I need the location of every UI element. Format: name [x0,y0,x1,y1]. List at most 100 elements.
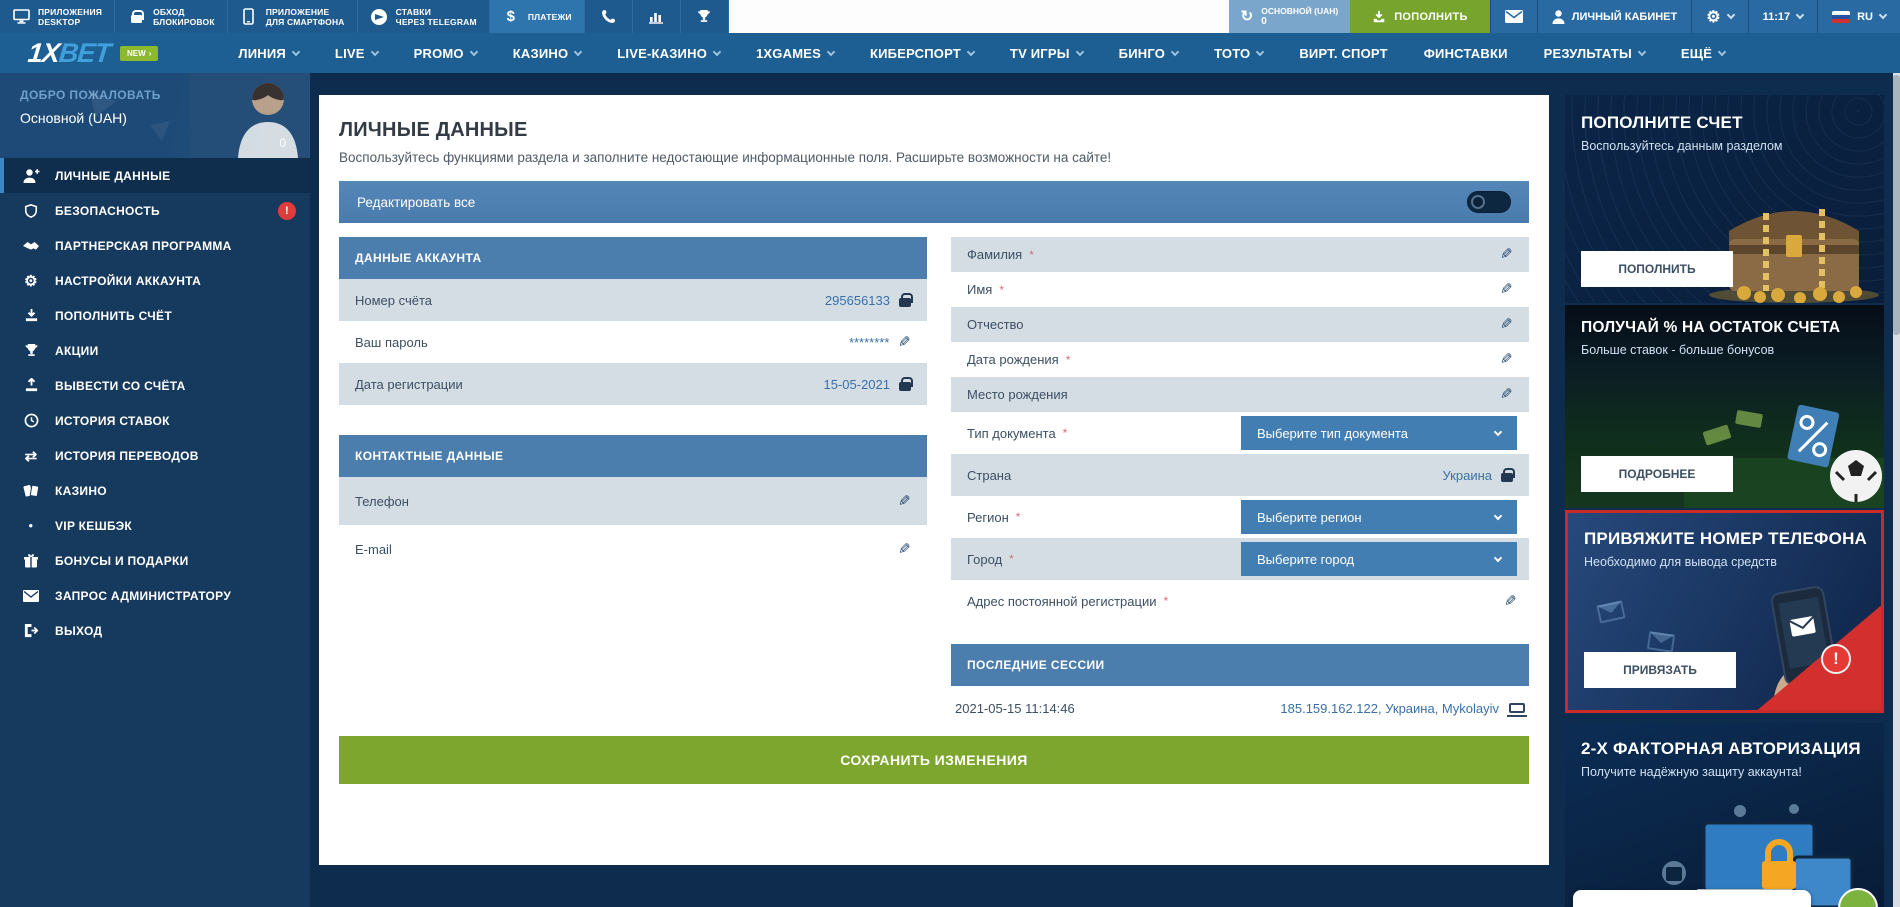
topbar-deposit-button[interactable]: ПОПОЛНИТЬ [1350,0,1490,33]
banner-cashback-button[interactable]: ПОДРОБНЕЕ [1581,456,1733,492]
phone-contact-button[interactable] [585,0,633,33]
personal-cabinet-button[interactable]: ЛИЧНЫЙ КАБИНЕТ [1537,0,1692,33]
edit-icon[interactable] [1500,387,1513,402]
link-smartphone-app[interactable]: ПРИЛОЖЕНИЕДЛЯ СМАРТФОНА [228,0,358,33]
time-display[interactable]: 11:17 [1748,0,1818,33]
save-button[interactable]: СОХРАНИТЬ ИЗМЕНЕНИЯ [339,736,1529,784]
sidebar-item-personal-data[interactable]: ЛИЧНЫЕ ДАННЫЕ [0,158,310,193]
language-selector[interactable]: RU [1817,0,1900,33]
row-password: Ваш пароль ******** [339,321,927,363]
sidebar-item-admin-request[interactable]: ЗАПРОС АДМИНИСТРАТОРУ [0,578,310,613]
link-block-bypass[interactable]: ОБХОДБЛОКИРОВОК [115,0,228,33]
banner-two-factor[interactable]: 2-Х ФАКТОРНАЯ АВТОРИЗАЦИЯ Получите надёж… [1565,723,1884,907]
sidebar-item-security[interactable]: БЕЗОПАСНОСТЬ ! [0,193,310,228]
row-country: Страна Украина [951,454,1529,496]
trophy-icon [22,343,40,358]
sidebar-item-account-settings[interactable]: НАСТРОЙКИ АККАУНТА [0,263,310,298]
nav-item-esports[interactable]: КИБЕРСПОРТ [870,46,974,61]
results-trophy-button[interactable] [681,0,729,33]
wallet-summary[interactable]: ОСНОВНОЙ (UAH) 0 [1229,0,1351,33]
edit-icon[interactable] [898,335,911,350]
sidebar-item-promotions[interactable]: АКЦИИ [0,333,310,368]
password-value: ******** [849,335,889,350]
withdraw-icon [22,378,40,393]
sidebar-item-logout[interactable]: ВЫХОД [0,613,310,648]
envelope-icon [22,590,40,602]
link-payments[interactable]: ПЛАТЕЖИ [490,0,585,33]
flag-icon [1832,11,1850,23]
sidebar-item-vip-cashback[interactable]: VIP КЕШБЭК [0,508,310,543]
security-alert-badge: ! [278,202,296,220]
link-desktop-apps[interactable]: ПРИЛОЖЕНИЯDESKTOP [0,0,115,33]
banner-bind-phone[interactable]: ПРИВЯЖИТЕ НОМЕР ТЕЛЕФОНА Необходимо для … [1565,510,1884,713]
nav-item-more[interactable]: ЕЩЁ [1681,46,1725,61]
chat-widget[interactable] [1573,890,1811,907]
edit-icon[interactable] [1500,352,1513,367]
nav-item-casino[interactable]: КАЗИНО [513,46,582,61]
nav-item-finbets[interactable]: ФИНСТАВКИ [1424,46,1508,61]
statistics-button[interactable] [633,0,681,33]
nav-item-live[interactable]: LIVE [335,46,378,61]
edit-icon[interactable] [898,542,911,557]
page-title: ЛИЧНЫЕ ДАННЫЕ [339,119,1529,142]
sidebar-item-transfer-history[interactable]: ИСТОРИЯ ПЕРЕВОДОВ [0,438,310,473]
row-registration-date: Дата регистрации 15-05-2021 [339,363,927,405]
sidebar: ДОБРО ПОЖАЛОВАТЬ Основной (UAH) 0 ЛИЧНЫЕ… [0,73,310,907]
wallet-label: ОСНОВНОЙ (UAH) [1261,6,1338,16]
session-location[interactable]: 185.159.162.122, Украина, Mykolayiv [1280,701,1499,716]
city-select[interactable]: Выберите город [1241,542,1517,576]
phone-icon [599,9,617,24]
new-badge[interactable]: NEW [120,46,158,61]
gear-icon [1706,7,1720,27]
row-document-type: Тип документа* Выберите тип документа [951,412,1529,454]
row-last-name: Фамилия* [951,237,1529,272]
document-type-select[interactable]: Выберите тип документа [1241,416,1517,450]
banner-deposit[interactable]: ПОПОЛНИТЕ СЧЕТ Воспользуйтесь данным раз… [1565,95,1884,303]
nav-item-bingo[interactable]: БИНГО [1119,46,1178,61]
refresh-icon[interactable] [1241,7,1254,26]
edit-icon[interactable] [1500,247,1513,262]
sidebar-item-partner-program[interactable]: ПАРТНЕРСКАЯ ПРОГРАММА [0,228,310,263]
top-bar: ПРИЛОЖЕНИЯDESKTOP ОБХОДБЛОКИРОВОК ПРИЛОЖ… [0,0,1900,33]
edit-all-toggle[interactable] [1467,191,1511,213]
banner-deposit-button[interactable]: ПОПОЛНИТЬ [1581,251,1733,287]
sidebar-item-deposit[interactable]: ПОПОЛНИТЬ СЧЁТ [0,298,310,333]
banner-bind-phone-button[interactable]: ПРИВЯЗАТЬ [1584,652,1736,688]
nav-item-line[interactable]: ЛИНИЯ [238,46,299,61]
nav-item-1xgames[interactable]: 1XGAMES [756,46,834,61]
scrollbar-thumb[interactable] [1893,75,1900,335]
sidebar-item-bet-history[interactable]: ИСТОРИЯ СТАВОК [0,403,310,438]
nav-item-toto[interactable]: ТОТО [1214,46,1263,61]
row-birth-date: Дата рождения* [951,342,1529,377]
link-telegram-bets[interactable]: СТАВКИЧЕРЕЗ TELEGRAM [358,0,490,33]
edit-icon[interactable] [1504,594,1517,609]
nav-item-virtual-sport[interactable]: ВИРТ. СПОРТ [1299,46,1387,61]
settings-button[interactable] [1691,0,1747,33]
banner-cashback[interactable]: ПОЛУЧАЙ % НА ОСТАТОК СЧЕТА Больше ставок… [1565,305,1884,508]
lock-icon [1501,473,1513,482]
bullet-icon [22,521,40,530]
nav-item-promo[interactable]: PROMO [414,46,477,61]
main-content: ЛИЧНЫЕ ДАННЫЕ Воспользуйтесь функциями р… [319,95,1549,865]
country-value: Украина [1443,468,1493,483]
desktop-icon [12,9,30,24]
edit-icon[interactable] [1500,282,1513,297]
region-select[interactable]: Выберите регион [1241,500,1517,534]
row-phone: Телефон [339,477,927,525]
page-subtitle: Воспользуйтесь функциями раздела и запол… [339,150,1529,165]
nav-item-live-casino[interactable]: LIVE-КАЗИНО [617,46,720,61]
dollar-icon [502,8,520,25]
shield-icon [22,203,40,219]
logo[interactable]: 1XBET [26,38,111,69]
sidebar-item-withdraw[interactable]: ВЫВЕСТИ СО СЧЁТА [0,368,310,403]
edit-icon[interactable] [1500,317,1513,332]
sidebar-item-bonuses[interactable]: БОНУСЫ И ПОДАРКИ [0,543,310,578]
nav-item-results[interactable]: РЕЗУЛЬТАТЫ [1544,46,1645,61]
gift-icon [22,553,40,569]
scrollbar-track[interactable] [1893,73,1900,907]
clock-icon [22,413,40,428]
messages-button[interactable] [1490,0,1537,33]
nav-item-tv-games[interactable]: TV ИГРЫ [1010,46,1083,61]
edit-icon[interactable] [898,494,911,509]
sidebar-item-casino[interactable]: КАЗИНО [0,473,310,508]
